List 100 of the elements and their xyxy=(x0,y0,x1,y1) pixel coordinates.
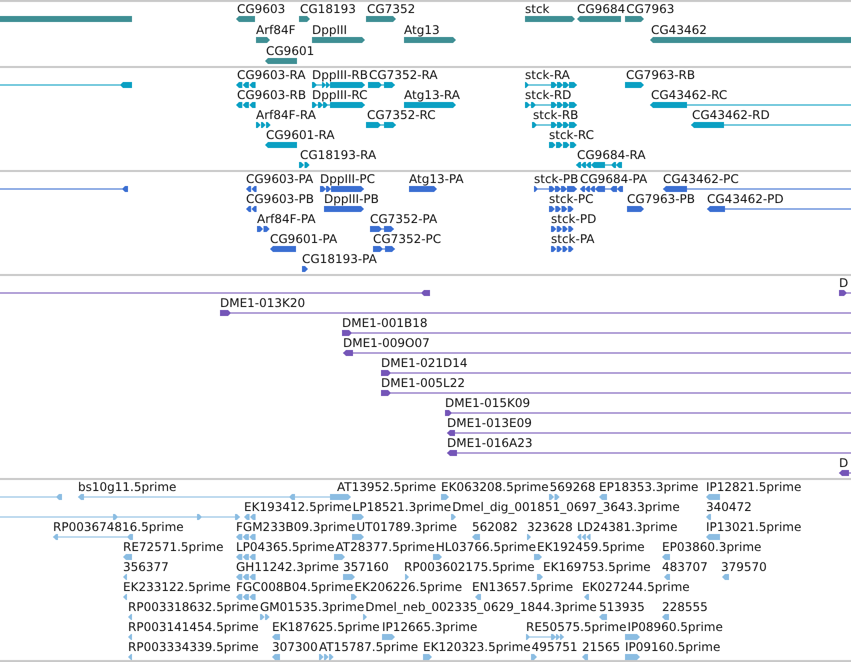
est-glyph[interactable] xyxy=(706,514,711,520)
est-glyph[interactable] xyxy=(236,594,256,600)
est-glyph[interactable] xyxy=(599,614,607,620)
gene-glyph[interactable] xyxy=(625,16,644,22)
clone-glyph[interactable] xyxy=(381,370,851,376)
transcript-glyph[interactable] xyxy=(525,102,577,108)
est-glyph[interactable] xyxy=(706,494,720,500)
est-glyph[interactable] xyxy=(405,574,409,580)
est-glyph[interactable] xyxy=(664,574,670,580)
cds-glyph[interactable] xyxy=(534,186,577,192)
clone-glyph[interactable] xyxy=(343,350,851,356)
transcript-glyph[interactable] xyxy=(0,82,132,88)
est-glyph[interactable] xyxy=(53,534,133,540)
est-glyph[interactable] xyxy=(662,614,669,620)
transcript-glyph[interactable] xyxy=(625,82,644,88)
est-glyph[interactable] xyxy=(352,534,364,540)
cds-glyph[interactable] xyxy=(580,186,623,192)
clone-glyph[interactable] xyxy=(381,390,851,396)
clone-glyph[interactable] xyxy=(447,450,851,456)
transcript-glyph[interactable] xyxy=(368,82,395,88)
cds-glyph[interactable] xyxy=(551,246,574,252)
transcript-glyph[interactable] xyxy=(256,122,271,128)
est-glyph[interactable] xyxy=(330,494,351,500)
est-glyph[interactable] xyxy=(722,574,729,580)
gene-glyph[interactable] xyxy=(299,16,310,22)
est-glyph[interactable] xyxy=(260,614,270,620)
cds-glyph[interactable] xyxy=(707,206,851,212)
est-glyph[interactable] xyxy=(382,634,395,640)
transcript-glyph[interactable] xyxy=(576,162,622,168)
transcript-glyph[interactable] xyxy=(265,142,297,148)
est-glyph[interactable] xyxy=(0,514,240,520)
gene-glyph[interactable] xyxy=(366,16,396,22)
est-glyph[interactable] xyxy=(662,554,670,560)
est-glyph[interactable] xyxy=(531,654,537,660)
transcript-glyph[interactable] xyxy=(312,82,365,88)
est-glyph[interactable] xyxy=(334,554,345,560)
transcript-glyph[interactable] xyxy=(691,122,851,128)
est-glyph[interactable] xyxy=(272,654,280,660)
est-glyph[interactable] xyxy=(433,554,442,560)
clone-glyph[interactable] xyxy=(220,310,851,316)
transcript-glyph[interactable] xyxy=(532,122,577,128)
est-glyph[interactable] xyxy=(475,594,481,600)
est-glyph[interactable] xyxy=(236,574,256,580)
cds-glyph[interactable] xyxy=(663,186,851,192)
est-glyph[interactable] xyxy=(123,574,127,580)
est-glyph[interactable] xyxy=(128,654,132,660)
est-glyph[interactable] xyxy=(352,514,364,520)
est-glyph[interactable] xyxy=(319,654,334,660)
transcript-glyph[interactable] xyxy=(650,102,851,108)
est-glyph[interactable] xyxy=(236,554,256,560)
est-glyph[interactable] xyxy=(582,654,588,660)
est-glyph[interactable] xyxy=(244,514,256,520)
clone-glyph[interactable] xyxy=(0,290,430,296)
clone-glyph[interactable] xyxy=(342,330,851,336)
est-glyph[interactable] xyxy=(236,534,256,540)
clone-glyph[interactable] xyxy=(839,290,851,296)
transcript-glyph[interactable] xyxy=(404,102,456,108)
cds-glyph[interactable] xyxy=(270,246,296,252)
cds-glyph[interactable] xyxy=(549,206,574,212)
cds-glyph[interactable] xyxy=(246,206,257,212)
cds-glyph[interactable] xyxy=(409,186,437,192)
est-glyph[interactable] xyxy=(128,634,132,640)
est-glyph[interactable] xyxy=(527,534,531,540)
gene-glyph[interactable] xyxy=(265,58,297,64)
est-glyph[interactable] xyxy=(625,634,640,640)
est-glyph[interactable] xyxy=(706,534,720,540)
transcript-glyph[interactable] xyxy=(366,122,396,128)
est-glyph[interactable] xyxy=(526,634,564,640)
cds-glyph[interactable] xyxy=(302,266,308,272)
cds-glyph[interactable] xyxy=(373,246,395,252)
gene-glyph[interactable] xyxy=(577,16,621,22)
transcript-glyph[interactable] xyxy=(525,82,577,88)
est-glyph[interactable] xyxy=(343,574,355,580)
est-glyph[interactable] xyxy=(123,594,127,600)
cds-glyph[interactable] xyxy=(551,226,574,232)
est-glyph[interactable] xyxy=(577,534,591,540)
gene-glyph[interactable] xyxy=(256,37,270,43)
est-glyph[interactable] xyxy=(0,494,62,500)
est-glyph[interactable] xyxy=(599,494,607,500)
cds-glyph[interactable] xyxy=(627,206,644,212)
cds-glyph[interactable] xyxy=(320,186,364,192)
transcript-glyph[interactable] xyxy=(312,102,365,108)
est-glyph[interactable] xyxy=(625,654,640,660)
est-glyph[interactable] xyxy=(441,494,449,500)
est-glyph[interactable] xyxy=(451,514,456,520)
est-glyph[interactable] xyxy=(537,574,543,580)
cds-glyph[interactable] xyxy=(0,186,128,192)
est-glyph[interactable] xyxy=(472,534,480,540)
transcript-glyph[interactable] xyxy=(549,142,577,148)
transcript-glyph[interactable] xyxy=(236,82,256,88)
clone-glyph[interactable] xyxy=(839,470,851,476)
est-glyph[interactable] xyxy=(549,494,560,500)
transcript-glyph[interactable] xyxy=(299,162,310,168)
cds-glyph[interactable] xyxy=(257,226,270,232)
transcript-glyph[interactable] xyxy=(236,102,256,108)
cds-glyph[interactable] xyxy=(370,226,394,232)
cds-glyph[interactable] xyxy=(246,186,257,192)
est-glyph[interactable] xyxy=(423,654,432,660)
est-glyph[interactable] xyxy=(272,634,280,640)
gene-glyph[interactable] xyxy=(236,16,255,22)
